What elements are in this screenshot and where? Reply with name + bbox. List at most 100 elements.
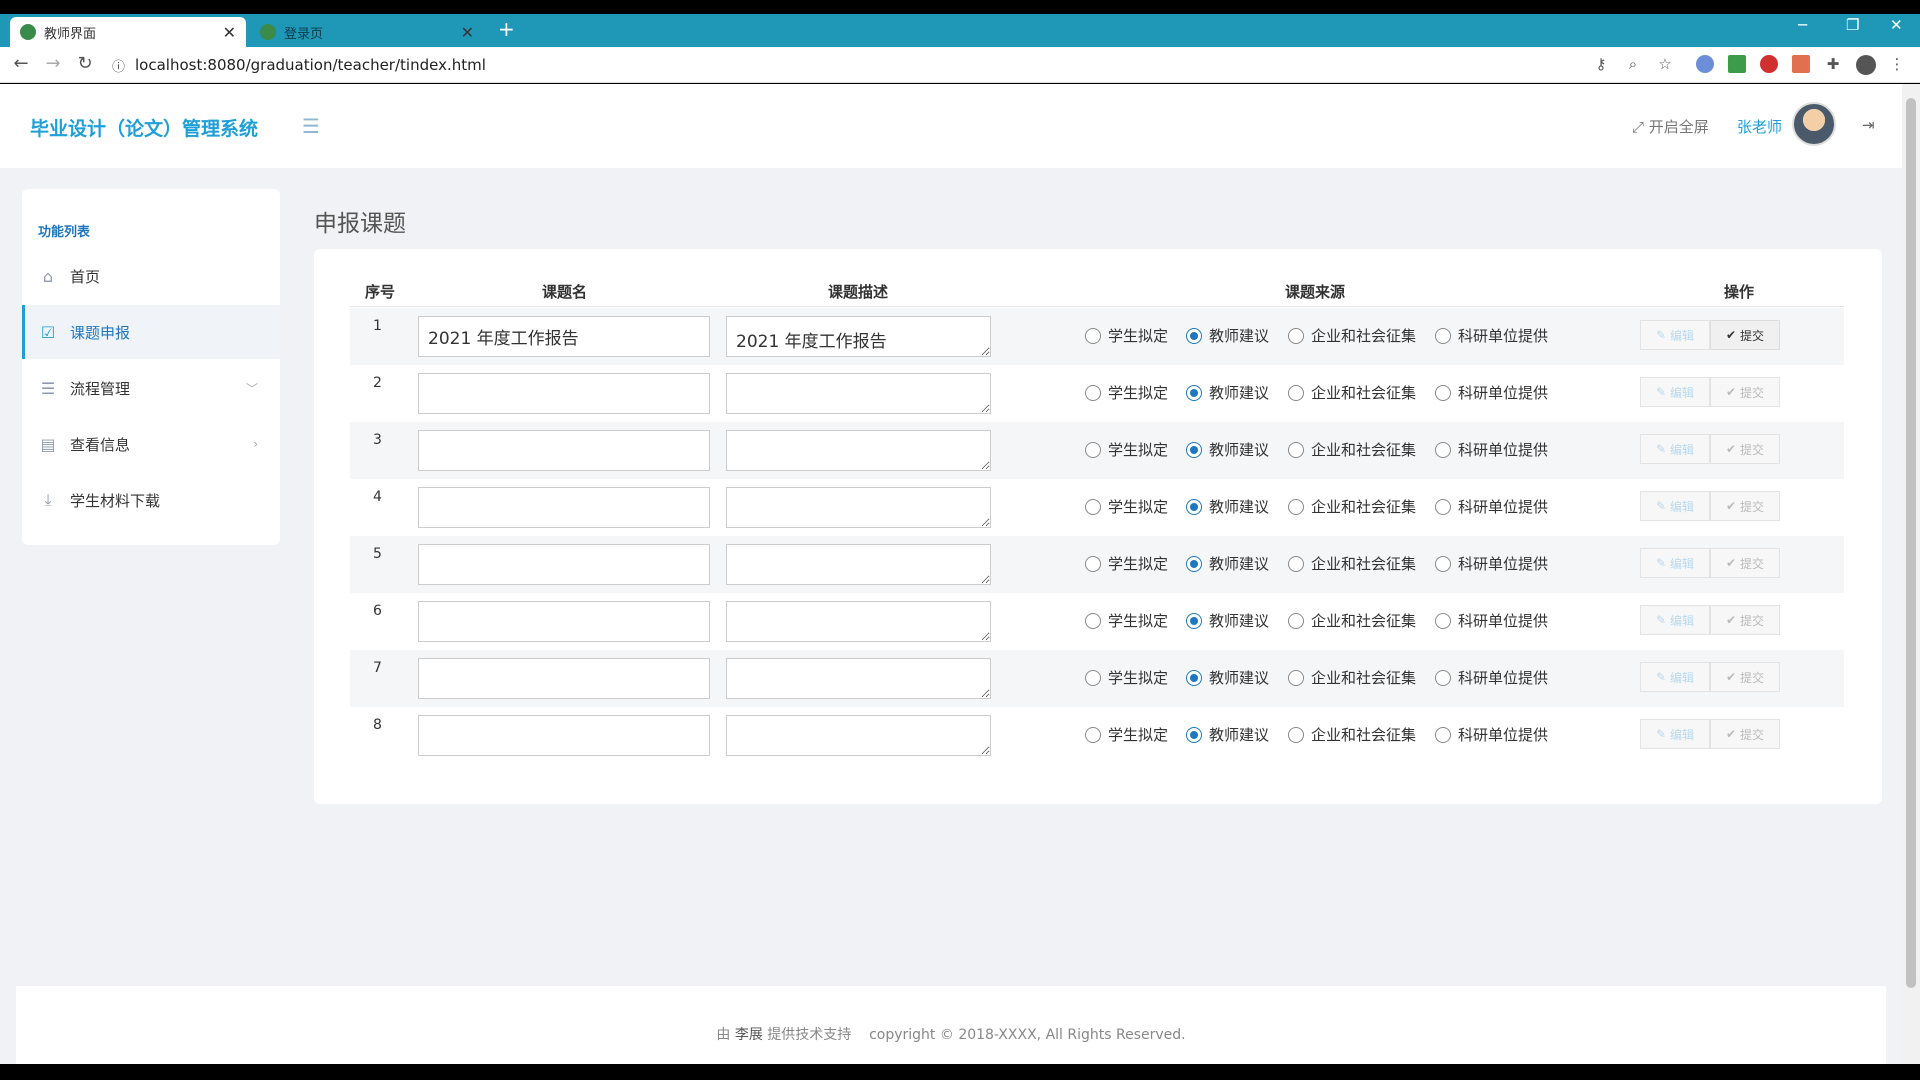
source-radio-option[interactable]: 教师建议 <box>1186 325 1269 346</box>
source-radio-option[interactable]: 企业和社会征集 <box>1288 325 1416 346</box>
source-radio-option[interactable]: 学生拟定 <box>1085 496 1168 517</box>
adblock-icon[interactable] <box>1760 55 1778 73</box>
restore-icon[interactable]: ❐ <box>1846 16 1859 34</box>
forward-icon[interactable]: → <box>42 53 64 74</box>
radio-icon[interactable] <box>1435 498 1451 515</box>
logout-icon[interactable]: ⇥ <box>1862 116 1875 134</box>
radio-icon[interactable] <box>1288 498 1304 515</box>
source-radio-option[interactable]: 科研单位提供 <box>1435 439 1548 460</box>
source-radio-option[interactable]: 教师建议 <box>1186 610 1269 631</box>
close-icon[interactable]: ✕ <box>461 23 474 42</box>
fullscreen-button[interactable]: ⤢ 开启全屏 <box>1632 116 1709 137</box>
source-radio-option[interactable]: 教师建议 <box>1186 439 1269 460</box>
submit-button[interactable]: ✔ 提交 <box>1710 548 1780 578</box>
topic-name-input[interactable] <box>418 658 710 699</box>
edit-button[interactable]: ✎ 编辑 <box>1640 719 1710 749</box>
radio-icon[interactable] <box>1186 327 1202 344</box>
edit-button[interactable]: ✎ 编辑 <box>1640 491 1710 521</box>
radio-icon[interactable] <box>1435 441 1451 458</box>
source-radio-option[interactable]: 科研单位提供 <box>1435 553 1548 574</box>
menu-toggle-icon[interactable]: ☰ <box>302 114 320 138</box>
submit-button[interactable]: ✔ 提交 <box>1710 662 1780 692</box>
username[interactable]: 张老师 <box>1737 116 1782 137</box>
radio-icon[interactable] <box>1288 612 1304 629</box>
radio-icon[interactable] <box>1435 726 1451 743</box>
topic-name-input[interactable] <box>418 601 710 642</box>
radio-icon[interactable] <box>1186 669 1202 686</box>
source-radio-option[interactable]: 科研单位提供 <box>1435 667 1548 688</box>
radio-icon[interactable] <box>1288 726 1304 743</box>
topic-desc-textarea[interactable] <box>726 601 991 642</box>
source-radio-option[interactable]: 教师建议 <box>1186 382 1269 403</box>
source-radio-option[interactable]: 企业和社会征集 <box>1288 724 1416 745</box>
topic-name-input[interactable] <box>418 373 710 414</box>
source-radio-option[interactable]: 学生拟定 <box>1085 439 1168 460</box>
edit-button[interactable]: ✎ 编辑 <box>1640 548 1710 578</box>
topic-desc-textarea[interactable] <box>726 487 991 528</box>
radio-icon[interactable] <box>1186 384 1202 401</box>
key-icon[interactable]: ⚷ <box>1592 55 1610 73</box>
window-close-icon[interactable]: ✕ <box>1890 16 1903 34</box>
radio-icon[interactable] <box>1288 555 1304 572</box>
source-radio-option[interactable]: 企业和社会征集 <box>1288 382 1416 403</box>
radio-icon[interactable] <box>1288 384 1304 401</box>
minimize-icon[interactable]: ─ <box>1798 16 1807 34</box>
brand-title[interactable]: 毕业设计（论文）管理系统 <box>30 114 258 141</box>
source-radio-option[interactable]: 学生拟定 <box>1085 553 1168 574</box>
topic-name-input[interactable] <box>418 430 710 471</box>
topic-name-input[interactable] <box>418 316 710 357</box>
menu-dots-icon[interactable]: ⋮ <box>1888 55 1906 73</box>
extension-icon[interactable] <box>1728 55 1746 73</box>
radio-icon[interactable] <box>1186 498 1202 515</box>
radio-icon[interactable] <box>1435 384 1451 401</box>
radio-icon[interactable] <box>1186 555 1202 572</box>
source-radio-option[interactable]: 教师建议 <box>1186 496 1269 517</box>
radio-icon[interactable] <box>1085 555 1101 572</box>
topic-name-input[interactable] <box>418 715 710 756</box>
source-radio-option[interactable]: 教师建议 <box>1186 724 1269 745</box>
radio-icon[interactable] <box>1435 669 1451 686</box>
edit-button[interactable]: ✎ 编辑 <box>1640 605 1710 635</box>
source-radio-option[interactable]: 企业和社会征集 <box>1288 667 1416 688</box>
sidebar-item-download[interactable]: ⤓ 学生材料下载 <box>22 473 280 527</box>
submit-button[interactable]: ✔ 提交 <box>1710 719 1780 749</box>
radio-icon[interactable] <box>1435 612 1451 629</box>
avatar[interactable] <box>1792 102 1836 146</box>
edit-button[interactable]: ✎ 编辑 <box>1640 662 1710 692</box>
source-radio-option[interactable]: 科研单位提供 <box>1435 496 1548 517</box>
source-radio-option[interactable]: 科研单位提供 <box>1435 325 1548 346</box>
topic-desc-textarea[interactable] <box>726 373 991 414</box>
scrollbar-thumb[interactable] <box>1906 98 1916 988</box>
submit-button[interactable]: ✔ 提交 <box>1710 320 1780 350</box>
source-radio-option[interactable]: 学生拟定 <box>1085 325 1168 346</box>
extension-icon[interactable] <box>1696 55 1714 73</box>
source-radio-option[interactable]: 学生拟定 <box>1085 610 1168 631</box>
source-radio-option[interactable]: 企业和社会征集 <box>1288 496 1416 517</box>
topic-desc-textarea[interactable]: 2021 年度工作报告 <box>726 316 991 357</box>
radio-icon[interactable] <box>1085 669 1101 686</box>
topic-name-input[interactable] <box>418 487 710 528</box>
radio-icon[interactable] <box>1186 612 1202 629</box>
source-radio-option[interactable]: 科研单位提供 <box>1435 724 1548 745</box>
edit-button[interactable]: ✎ 编辑 <box>1640 320 1710 350</box>
radio-icon[interactable] <box>1288 327 1304 344</box>
radio-icon[interactable] <box>1085 612 1101 629</box>
submit-button[interactable]: ✔ 提交 <box>1710 605 1780 635</box>
tab-login[interactable]: 登录页 ✕ <box>250 17 484 47</box>
source-radio-option[interactable]: 教师建议 <box>1186 667 1269 688</box>
topic-desc-textarea[interactable] <box>726 544 991 585</box>
tab-teacher[interactable]: 教师界面 ✕ <box>10 17 246 47</box>
radio-icon[interactable] <box>1186 441 1202 458</box>
submit-button[interactable]: ✔ 提交 <box>1710 434 1780 464</box>
sidebar-item-view-info[interactable]: ▤ 查看信息 › <box>22 417 280 471</box>
new-tab-button[interactable]: + <box>498 17 515 41</box>
radio-icon[interactable] <box>1288 441 1304 458</box>
reload-icon[interactable]: ↻ <box>74 53 96 74</box>
submit-button[interactable]: ✔ 提交 <box>1710 491 1780 521</box>
profile-icon[interactable] <box>1856 55 1876 75</box>
site-info-icon[interactable]: ⓘ <box>112 56 125 75</box>
sidebar-item-topic-declare[interactable]: ☑ 课题申报 <box>22 305 280 359</box>
radio-icon[interactable] <box>1435 555 1451 572</box>
back-icon[interactable]: ← <box>10 53 32 74</box>
topic-desc-textarea[interactable] <box>726 658 991 699</box>
